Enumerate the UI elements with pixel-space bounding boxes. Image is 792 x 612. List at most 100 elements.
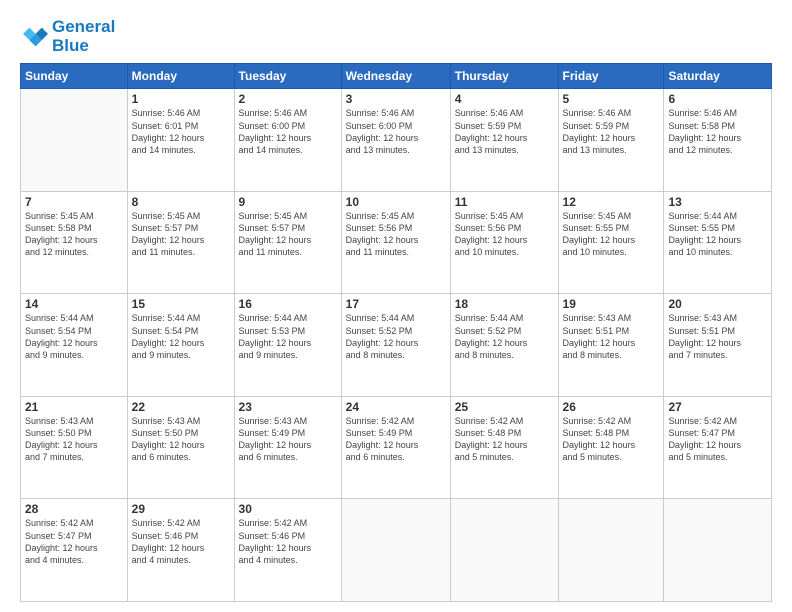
day-number: 30	[239, 502, 337, 516]
calendar-cell	[450, 499, 558, 602]
weekday-thursday: Thursday	[450, 64, 558, 89]
calendar-cell: 26Sunrise: 5:42 AM Sunset: 5:48 PM Dayli…	[558, 396, 664, 499]
day-number: 27	[668, 400, 767, 414]
calendar-cell: 1Sunrise: 5:46 AM Sunset: 6:01 PM Daylig…	[127, 89, 234, 192]
day-info: Sunrise: 5:44 AM Sunset: 5:52 PM Dayligh…	[455, 312, 554, 361]
calendar-body: 1Sunrise: 5:46 AM Sunset: 6:01 PM Daylig…	[21, 89, 772, 602]
day-info: Sunrise: 5:45 AM Sunset: 5:57 PM Dayligh…	[132, 210, 230, 259]
day-info: Sunrise: 5:43 AM Sunset: 5:51 PM Dayligh…	[668, 312, 767, 361]
day-number: 11	[455, 195, 554, 209]
calendar-cell	[558, 499, 664, 602]
calendar-cell: 7Sunrise: 5:45 AM Sunset: 5:58 PM Daylig…	[21, 191, 128, 294]
day-info: Sunrise: 5:43 AM Sunset: 5:50 PM Dayligh…	[25, 415, 123, 464]
day-info: Sunrise: 5:44 AM Sunset: 5:52 PM Dayligh…	[346, 312, 446, 361]
calendar-cell: 28Sunrise: 5:42 AM Sunset: 5:47 PM Dayli…	[21, 499, 128, 602]
header: General Blue	[20, 18, 772, 55]
calendar-table: SundayMondayTuesdayWednesdayThursdayFrid…	[20, 63, 772, 602]
day-info: Sunrise: 5:43 AM Sunset: 5:50 PM Dayligh…	[132, 415, 230, 464]
day-info: Sunrise: 5:42 AM Sunset: 5:48 PM Dayligh…	[455, 415, 554, 464]
calendar-cell: 6Sunrise: 5:46 AM Sunset: 5:58 PM Daylig…	[664, 89, 772, 192]
calendar-cell: 4Sunrise: 5:46 AM Sunset: 5:59 PM Daylig…	[450, 89, 558, 192]
day-info: Sunrise: 5:46 AM Sunset: 5:58 PM Dayligh…	[668, 107, 767, 156]
calendar-cell: 14Sunrise: 5:44 AM Sunset: 5:54 PM Dayli…	[21, 294, 128, 397]
day-number: 7	[25, 195, 123, 209]
calendar-cell: 9Sunrise: 5:45 AM Sunset: 5:57 PM Daylig…	[234, 191, 341, 294]
day-number: 17	[346, 297, 446, 311]
day-info: Sunrise: 5:44 AM Sunset: 5:54 PM Dayligh…	[132, 312, 230, 361]
calendar-cell: 19Sunrise: 5:43 AM Sunset: 5:51 PM Dayli…	[558, 294, 664, 397]
weekday-sunday: Sunday	[21, 64, 128, 89]
day-info: Sunrise: 5:42 AM Sunset: 5:49 PM Dayligh…	[346, 415, 446, 464]
calendar-cell: 15Sunrise: 5:44 AM Sunset: 5:54 PM Dayli…	[127, 294, 234, 397]
calendar-cell: 12Sunrise: 5:45 AM Sunset: 5:55 PM Dayli…	[558, 191, 664, 294]
calendar-cell: 16Sunrise: 5:44 AM Sunset: 5:53 PM Dayli…	[234, 294, 341, 397]
day-number: 22	[132, 400, 230, 414]
day-info: Sunrise: 5:45 AM Sunset: 5:56 PM Dayligh…	[346, 210, 446, 259]
day-info: Sunrise: 5:43 AM Sunset: 5:51 PM Dayligh…	[563, 312, 660, 361]
weekday-saturday: Saturday	[664, 64, 772, 89]
calendar-cell: 3Sunrise: 5:46 AM Sunset: 6:00 PM Daylig…	[341, 89, 450, 192]
weekday-monday: Monday	[127, 64, 234, 89]
calendar-cell: 24Sunrise: 5:42 AM Sunset: 5:49 PM Dayli…	[341, 396, 450, 499]
calendar-week-4: 21Sunrise: 5:43 AM Sunset: 5:50 PM Dayli…	[21, 396, 772, 499]
day-info: Sunrise: 5:43 AM Sunset: 5:49 PM Dayligh…	[239, 415, 337, 464]
calendar-cell	[341, 499, 450, 602]
calendar-cell: 13Sunrise: 5:44 AM Sunset: 5:55 PM Dayli…	[664, 191, 772, 294]
day-info: Sunrise: 5:46 AM Sunset: 5:59 PM Dayligh…	[563, 107, 660, 156]
calendar-cell: 11Sunrise: 5:45 AM Sunset: 5:56 PM Dayli…	[450, 191, 558, 294]
calendar-cell: 25Sunrise: 5:42 AM Sunset: 5:48 PM Dayli…	[450, 396, 558, 499]
day-number: 9	[239, 195, 337, 209]
day-number: 10	[346, 195, 446, 209]
calendar-cell: 29Sunrise: 5:42 AM Sunset: 5:46 PM Dayli…	[127, 499, 234, 602]
day-number: 3	[346, 92, 446, 106]
day-info: Sunrise: 5:46 AM Sunset: 6:00 PM Dayligh…	[239, 107, 337, 156]
calendar-cell	[664, 499, 772, 602]
day-number: 26	[563, 400, 660, 414]
calendar-cell: 22Sunrise: 5:43 AM Sunset: 5:50 PM Dayli…	[127, 396, 234, 499]
day-info: Sunrise: 5:45 AM Sunset: 5:58 PM Dayligh…	[25, 210, 123, 259]
day-info: Sunrise: 5:42 AM Sunset: 5:46 PM Dayligh…	[132, 517, 230, 566]
day-number: 20	[668, 297, 767, 311]
logo-icon	[20, 23, 48, 51]
day-number: 23	[239, 400, 337, 414]
day-info: Sunrise: 5:42 AM Sunset: 5:48 PM Dayligh…	[563, 415, 660, 464]
day-info: Sunrise: 5:45 AM Sunset: 5:55 PM Dayligh…	[563, 210, 660, 259]
calendar-cell: 30Sunrise: 5:42 AM Sunset: 5:46 PM Dayli…	[234, 499, 341, 602]
day-number: 14	[25, 297, 123, 311]
calendar-cell: 2Sunrise: 5:46 AM Sunset: 6:00 PM Daylig…	[234, 89, 341, 192]
day-number: 12	[563, 195, 660, 209]
calendar-cell: 21Sunrise: 5:43 AM Sunset: 5:50 PM Dayli…	[21, 396, 128, 499]
calendar-cell: 17Sunrise: 5:44 AM Sunset: 5:52 PM Dayli…	[341, 294, 450, 397]
day-number: 25	[455, 400, 554, 414]
day-info: Sunrise: 5:42 AM Sunset: 5:46 PM Dayligh…	[239, 517, 337, 566]
day-number: 28	[25, 502, 123, 516]
calendar-cell: 8Sunrise: 5:45 AM Sunset: 5:57 PM Daylig…	[127, 191, 234, 294]
day-number: 2	[239, 92, 337, 106]
calendar-week-2: 7Sunrise: 5:45 AM Sunset: 5:58 PM Daylig…	[21, 191, 772, 294]
day-number: 21	[25, 400, 123, 414]
day-info: Sunrise: 5:44 AM Sunset: 5:54 PM Dayligh…	[25, 312, 123, 361]
day-info: Sunrise: 5:42 AM Sunset: 5:47 PM Dayligh…	[668, 415, 767, 464]
day-number: 5	[563, 92, 660, 106]
day-info: Sunrise: 5:44 AM Sunset: 5:55 PM Dayligh…	[668, 210, 767, 259]
day-info: Sunrise: 5:45 AM Sunset: 5:57 PM Dayligh…	[239, 210, 337, 259]
day-info: Sunrise: 5:46 AM Sunset: 5:59 PM Dayligh…	[455, 107, 554, 156]
day-number: 13	[668, 195, 767, 209]
calendar-week-1: 1Sunrise: 5:46 AM Sunset: 6:01 PM Daylig…	[21, 89, 772, 192]
weekday-header-row: SundayMondayTuesdayWednesdayThursdayFrid…	[21, 64, 772, 89]
day-number: 19	[563, 297, 660, 311]
day-number: 16	[239, 297, 337, 311]
weekday-tuesday: Tuesday	[234, 64, 341, 89]
calendar-cell: 10Sunrise: 5:45 AM Sunset: 5:56 PM Dayli…	[341, 191, 450, 294]
day-info: Sunrise: 5:45 AM Sunset: 5:56 PM Dayligh…	[455, 210, 554, 259]
day-info: Sunrise: 5:46 AM Sunset: 6:01 PM Dayligh…	[132, 107, 230, 156]
day-info: Sunrise: 5:44 AM Sunset: 5:53 PM Dayligh…	[239, 312, 337, 361]
day-number: 1	[132, 92, 230, 106]
day-number: 4	[455, 92, 554, 106]
calendar-cell: 18Sunrise: 5:44 AM Sunset: 5:52 PM Dayli…	[450, 294, 558, 397]
day-number: 15	[132, 297, 230, 311]
day-number: 29	[132, 502, 230, 516]
weekday-friday: Friday	[558, 64, 664, 89]
weekday-wednesday: Wednesday	[341, 64, 450, 89]
calendar-cell: 23Sunrise: 5:43 AM Sunset: 5:49 PM Dayli…	[234, 396, 341, 499]
